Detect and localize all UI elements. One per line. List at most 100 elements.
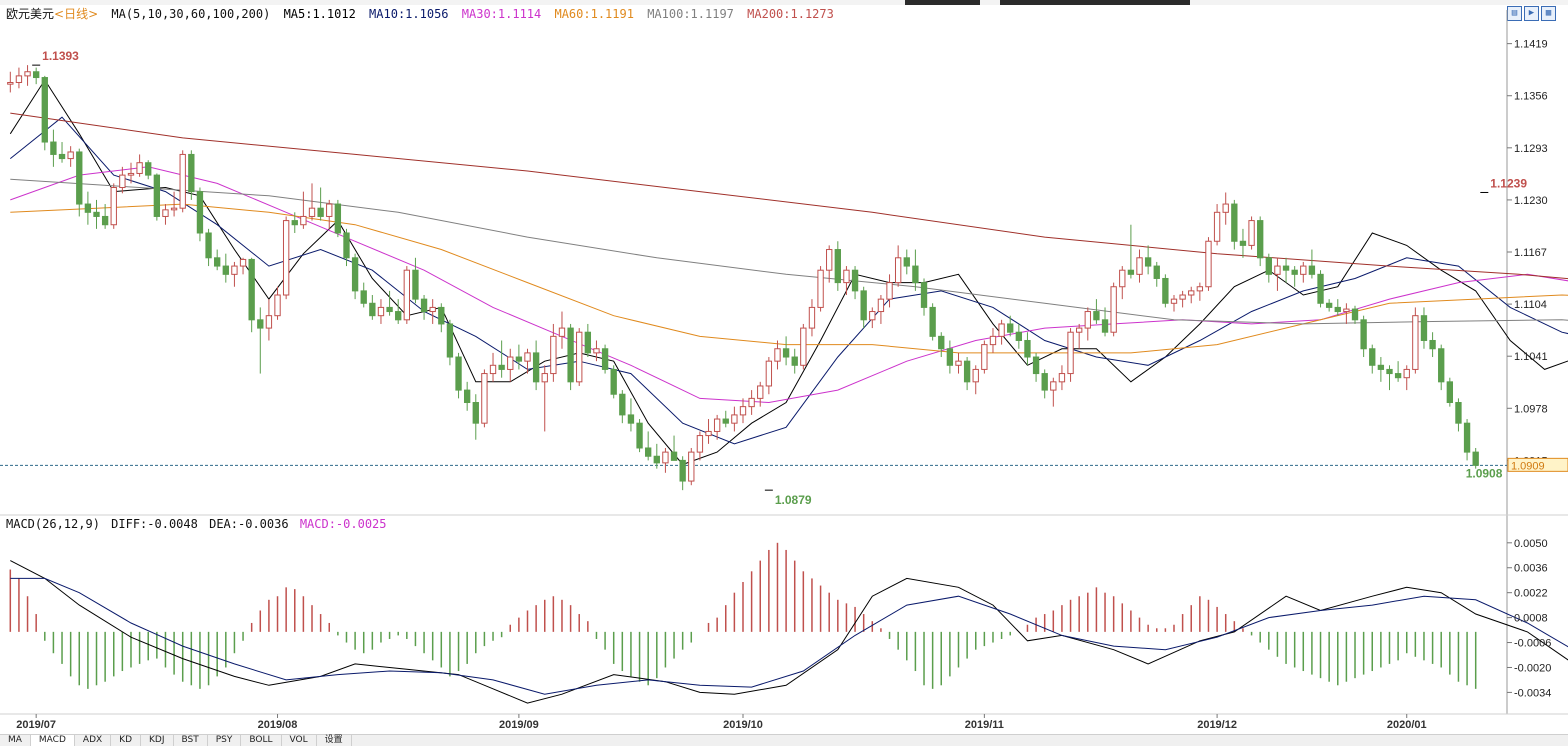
candle <box>688 447 695 486</box>
macd-spec[interactable]: MACD(26,12,9) <box>6 517 100 531</box>
macd-value: MACD:-0.0025 <box>299 517 387 531</box>
candle <box>153 173 161 221</box>
candle-body <box>153 174 161 217</box>
candle <box>1015 323 1023 349</box>
candle <box>938 332 945 358</box>
candle <box>1231 199 1238 250</box>
candle <box>265 299 273 341</box>
tab-设置[interactable]: 设置 <box>317 735 352 746</box>
ma60-line <box>10 203 1568 354</box>
candle <box>360 282 367 308</box>
candle-body <box>1291 269 1298 275</box>
ma200-line <box>10 112 1568 280</box>
candle-body <box>463 389 471 404</box>
candle-body <box>722 418 729 424</box>
candle-body <box>1377 364 1385 370</box>
candle-body <box>843 269 850 284</box>
grid-layer <box>0 10 1568 715</box>
candle <box>463 381 471 411</box>
candle <box>955 352 962 374</box>
candle-body <box>739 406 747 416</box>
candle <box>877 295 885 324</box>
candle-body <box>912 265 919 284</box>
candle <box>1308 249 1316 279</box>
candle-body <box>532 352 540 383</box>
candle <box>58 142 66 163</box>
candle-body <box>1248 220 1255 246</box>
tab-psy[interactable]: PSY <box>208 735 242 746</box>
tab-boll[interactable]: BOLL <box>241 735 282 746</box>
candle-body <box>1386 368 1393 375</box>
candle-body <box>24 71 31 77</box>
tab-bst[interactable]: BST <box>174 735 208 746</box>
tab-adx[interactable]: ADX <box>75 735 112 746</box>
candle <box>567 323 574 391</box>
tab-ma[interactable]: MA <box>0 735 31 746</box>
candle-body <box>670 451 678 461</box>
candle-body <box>662 451 669 464</box>
candle-body <box>1127 269 1135 275</box>
candle-body <box>1179 294 1186 300</box>
candle <box>584 323 592 358</box>
candle-body <box>136 162 143 174</box>
candle <box>1239 228 1247 258</box>
candle-body <box>265 315 273 329</box>
candle-body <box>196 191 204 234</box>
candle <box>782 336 790 366</box>
candle-body <box>1196 286 1204 292</box>
candle <box>1325 299 1333 312</box>
candle-body <box>688 451 695 482</box>
candle-body <box>550 335 557 375</box>
candle-body <box>567 327 574 383</box>
candle-body <box>498 364 505 370</box>
candle-body <box>41 77 48 143</box>
candle-body <box>231 265 238 275</box>
candle-body <box>558 327 566 337</box>
price-tick-label: 1.1230 <box>1514 195 1548 207</box>
candle <box>239 257 247 275</box>
candle <box>601 344 609 374</box>
candle-body <box>705 430 712 437</box>
candle-body <box>1325 302 1333 308</box>
ma100-line <box>10 178 1568 325</box>
candle-body <box>84 203 92 213</box>
tab-kd[interactable]: KD <box>111 735 142 746</box>
candle-body <box>67 151 74 160</box>
candle <box>1429 332 1436 358</box>
candle <box>645 431 652 461</box>
date-tick-label: 2020/01 <box>1387 719 1427 731</box>
candle <box>162 204 169 225</box>
candle <box>93 199 100 229</box>
candle <box>76 148 83 217</box>
candle <box>636 419 643 453</box>
candle-body <box>257 319 264 329</box>
price-tick-label: 1.1167 <box>1514 247 1547 259</box>
low-label: 1.0879 <box>775 493 812 507</box>
candle <box>843 266 850 296</box>
candle <box>619 390 626 424</box>
candle-body <box>851 269 859 292</box>
candle <box>136 154 143 177</box>
candle-body <box>1050 381 1057 391</box>
macd-tick-label: -0.0020 <box>1514 662 1551 674</box>
candle <box>1110 282 1117 337</box>
price-tick-label: 1.1293 <box>1514 143 1548 155</box>
candle <box>420 295 428 320</box>
tab-vol[interactable]: VOL <box>282 735 317 746</box>
chart-canvas[interactable]: 1.13931.08791.12391.0908 1.14191.13561.1… <box>0 0 1568 734</box>
candle-body <box>317 207 324 217</box>
candle <box>1274 257 1281 291</box>
candle-body <box>627 414 635 424</box>
candle-body <box>645 447 652 457</box>
candle-body <box>963 360 971 383</box>
candle-body <box>308 207 316 217</box>
candle-body <box>7 81 14 85</box>
tab-kdj[interactable]: KDJ <box>141 735 174 746</box>
tab-macd[interactable]: MACD <box>30 735 75 746</box>
candle-body <box>1265 257 1272 275</box>
candle-body <box>377 306 385 317</box>
candle <box>205 228 212 267</box>
candle <box>1412 307 1419 374</box>
macd-diff: DIFF:-0.0048 <box>111 517 198 531</box>
candle <box>593 340 600 362</box>
